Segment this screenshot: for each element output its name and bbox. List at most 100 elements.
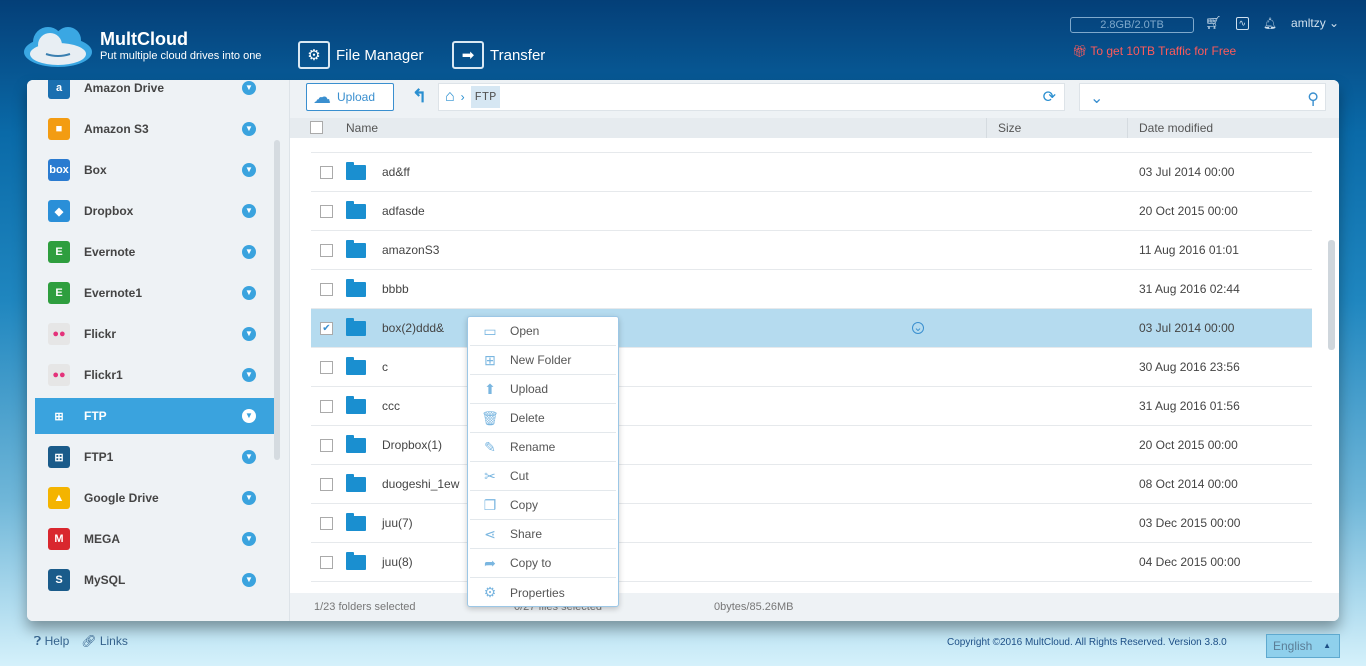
table-row[interactable]: c 30 Aug 2016 23:56 bbox=[311, 348, 1312, 387]
column-date[interactable]: Date modified bbox=[1139, 121, 1213, 135]
sidebar-item[interactable]: ⊞ FTP1 ▼ bbox=[35, 439, 274, 475]
table-row[interactable]: juu(7) 03 Dec 2015 00:00 bbox=[311, 504, 1312, 543]
menu-item[interactable]: ⋖ Share bbox=[470, 520, 616, 549]
main-panel: a Amazon Drive ▼ ■ Amazon S3 ▼ box Box ▼ ◆ Dropbox… bbox=[27, 80, 1339, 621]
row-checkbox[interactable] bbox=[320, 399, 333, 413]
service-icon: E bbox=[48, 282, 70, 304]
file-name: adfasde bbox=[382, 204, 425, 218]
table-row[interactable]: adfasde 20 Oct 2015 00:00 bbox=[311, 192, 1312, 231]
activity-icon[interactable]: ∿ bbox=[1235, 16, 1250, 30]
row-checkbox[interactable]: ✔ bbox=[320, 321, 333, 335]
folder-icon bbox=[346, 395, 366, 414]
sidebar-item[interactable]: ▲ Google Drive ▼ bbox=[35, 480, 274, 516]
chevron-down-icon[interactable]: ▼ bbox=[242, 81, 256, 95]
menu-item[interactable]: ✂ Cut bbox=[470, 462, 616, 491]
row-checkbox[interactable] bbox=[320, 516, 333, 530]
promo-link[interactable]: 🎁︎ To get 10TB Traffic for Free bbox=[1072, 44, 1236, 58]
chevron-down-icon[interactable]: ⌄ bbox=[1090, 88, 1103, 108]
sidebar-item-label: Evernote bbox=[84, 245, 136, 259]
nav-transfer[interactable]: ➡ Transfer bbox=[452, 40, 545, 70]
menu-item[interactable]: 🗑 Delete bbox=[470, 404, 616, 433]
table-row[interactable]: amazonS3 11 Aug 2016 01:01 bbox=[311, 231, 1312, 270]
menu-item[interactable]: ❐ Copy bbox=[470, 491, 616, 520]
chevron-down-icon[interactable]: ▼ bbox=[242, 122, 256, 136]
folder-icon bbox=[346, 239, 366, 258]
row-checkbox[interactable] bbox=[320, 360, 333, 374]
user-menu[interactable]: amltzy ⌄ bbox=[1291, 16, 1339, 30]
refresh-icon[interactable]: ⟳ bbox=[1043, 87, 1056, 107]
table-row[interactable]: ✔ box(2)ddd& ⌄ 03 Jul 2014 00:00 bbox=[311, 309, 1312, 348]
sidebar-scrollbar[interactable] bbox=[274, 140, 280, 460]
quota-bar[interactable]: 2.8GB/2.0TB bbox=[1070, 17, 1194, 33]
home-icon[interactable]: ⌂ bbox=[445, 88, 455, 106]
menu-item-label: Delete bbox=[510, 411, 545, 425]
menu-item[interactable]: ⬆ Upload bbox=[470, 375, 616, 404]
links-link[interactable]: 🔗︎ Links bbox=[81, 634, 128, 649]
bell-icon[interactable]: 🔔︎ bbox=[1263, 17, 1277, 30]
service-icon: ⊞ bbox=[48, 446, 70, 468]
table-row[interactable]: bbbb 31 Aug 2016 02:44 bbox=[311, 270, 1312, 309]
row-checkbox[interactable] bbox=[320, 477, 333, 491]
table-row[interactable]: ccc 31 Aug 2016 01:56 bbox=[311, 387, 1312, 426]
chevron-down-icon[interactable]: ▼ bbox=[242, 368, 256, 382]
upload-button[interactable]: ☁ Upload bbox=[306, 83, 394, 111]
file-date: 20 Oct 2015 00:00 bbox=[1139, 204, 1238, 218]
search-input[interactable]: ⌄ ⚲ bbox=[1079, 83, 1326, 111]
sidebar: a Amazon Drive ▼ ■ Amazon S3 ▼ box Box ▼ ◆ Dropbox… bbox=[27, 80, 290, 621]
file-date: 11 Aug 2016 01:01 bbox=[1139, 243, 1239, 257]
sidebar-item[interactable]: M MEGA ▼ bbox=[35, 521, 274, 557]
menu-item[interactable]: ✎ Rename bbox=[470, 433, 616, 462]
row-menu-icon[interactable]: ⌄ bbox=[912, 322, 924, 334]
column-size[interactable]: Size bbox=[998, 121, 1021, 135]
chevron-down-icon[interactable]: ▼ bbox=[242, 573, 256, 587]
chevron-down-icon[interactable]: ▼ bbox=[242, 204, 256, 218]
sidebar-item[interactable]: E Evernote1 ▼ bbox=[35, 275, 274, 311]
chevron-down-icon[interactable]: ▼ bbox=[242, 163, 256, 177]
chevron-down-icon[interactable]: ▼ bbox=[242, 327, 256, 341]
chevron-down-icon[interactable]: ▼ bbox=[242, 286, 256, 300]
breadcrumb-ftp[interactable]: FTP bbox=[470, 86, 501, 108]
menu-item[interactable]: ⊞ New Folder bbox=[470, 346, 616, 375]
sidebar-item[interactable]: S MySQL ▼ bbox=[35, 562, 274, 598]
file-list-scrollbar[interactable] bbox=[1328, 240, 1335, 350]
chevron-down-icon[interactable]: ▼ bbox=[242, 245, 256, 259]
language-select[interactable]: English ▲ bbox=[1266, 634, 1340, 658]
table-row[interactable]: duogeshi_1ew 08 Oct 2014 00:00 bbox=[311, 465, 1312, 504]
nav-file-manager[interactable]: ⚙ File Manager bbox=[298, 40, 424, 70]
chevron-down-icon[interactable]: ▼ bbox=[242, 409, 256, 423]
row-checkbox[interactable] bbox=[320, 438, 333, 452]
select-all-checkbox[interactable] bbox=[310, 121, 323, 134]
row-checkbox[interactable] bbox=[320, 243, 333, 257]
chevron-down-icon[interactable]: ▼ bbox=[242, 532, 256, 546]
help-link[interactable]: ❓︎ Help bbox=[34, 634, 69, 649]
row-checkbox[interactable] bbox=[320, 204, 333, 218]
table-row[interactable]: ad&ff 03 Jul 2014 00:00 bbox=[311, 153, 1312, 192]
cart-icon[interactable]: 🛒︎ bbox=[1205, 15, 1222, 31]
row-checkbox[interactable] bbox=[320, 282, 333, 296]
table-row[interactable]: Dropbox(1) 20 Oct 2015 00:00 bbox=[311, 426, 1312, 465]
sidebar-item[interactable]: ■ Amazon S3 ▼ bbox=[35, 111, 274, 147]
file-name: amazonS3 bbox=[382, 243, 440, 257]
sidebar-item[interactable]: ●● Flickr ▼ bbox=[35, 316, 274, 352]
sidebar-item[interactable]: E Evernote ▼ bbox=[35, 234, 274, 270]
sidebar-item[interactable]: ◆ Dropbox ▼ bbox=[35, 193, 274, 229]
up-level-icon[interactable]: ↰ bbox=[412, 86, 427, 107]
menu-item[interactable]: ▭ Open bbox=[470, 317, 616, 346]
sidebar-item[interactable]: ⊞ FTP ▼ bbox=[35, 398, 274, 434]
sidebar-item[interactable]: box Box ▼ bbox=[35, 152, 274, 188]
sidebar-item[interactable]: ●● Flickr1 ▼ bbox=[35, 357, 274, 393]
menu-item[interactable]: ⚙ Properties bbox=[470, 578, 616, 607]
row-checkbox[interactable] bbox=[320, 555, 333, 569]
column-name[interactable]: Name bbox=[346, 121, 378, 135]
sidebar-item[interactable]: a Amazon Drive ▼ bbox=[35, 80, 274, 106]
folder-icon bbox=[346, 512, 366, 531]
row-checkbox[interactable] bbox=[320, 165, 333, 179]
file-date: 03 Dec 2015 00:00 bbox=[1139, 516, 1241, 530]
chevron-down-icon[interactable]: ▼ bbox=[242, 491, 256, 505]
menu-item[interactable]: ➦ Copy to bbox=[470, 549, 616, 578]
search-icon[interactable]: ⚲ bbox=[1307, 89, 1319, 109]
folder-icon bbox=[346, 551, 366, 570]
chevron-down-icon[interactable]: ▼ bbox=[242, 450, 256, 464]
table-row[interactable]: juu(8) 04 Dec 2015 00:00 bbox=[311, 543, 1312, 582]
cloud-upload-icon: ☁ bbox=[313, 86, 331, 107]
